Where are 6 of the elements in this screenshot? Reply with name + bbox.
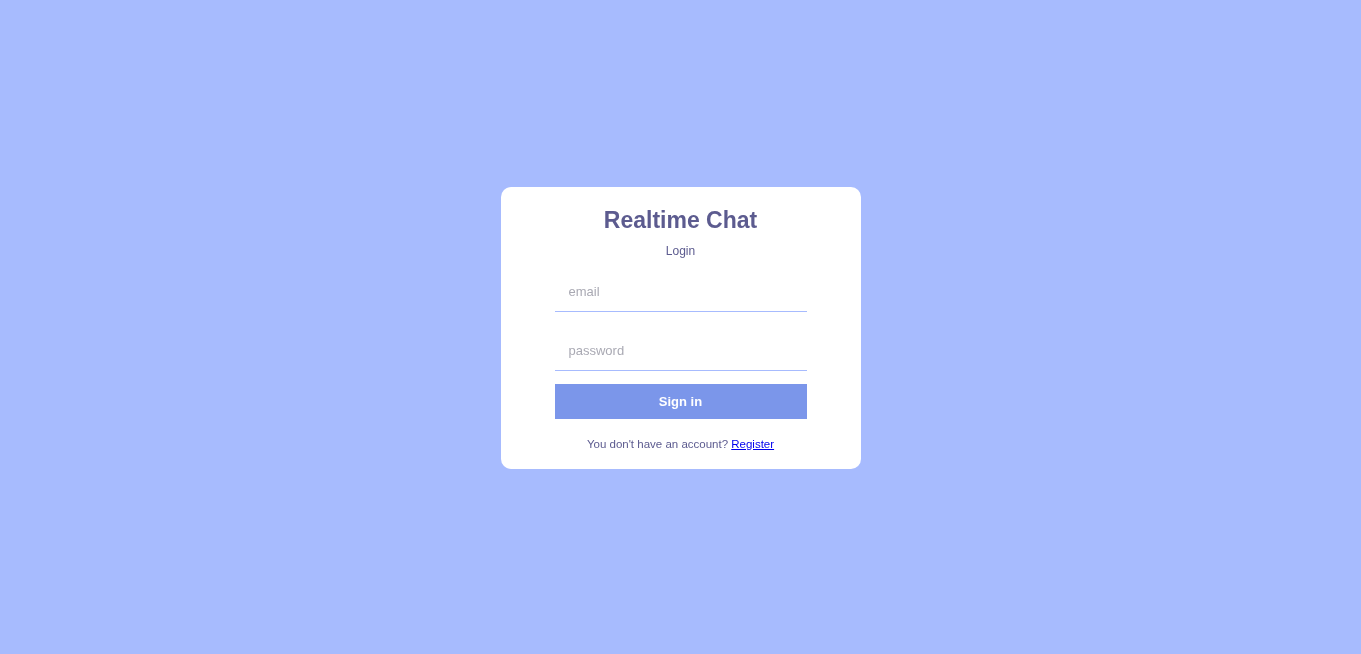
input-field[interactable]: password [554,330,807,371]
register-prompt: You don't have an account? Register [586,436,775,452]
app-title: Realtime Chat [603,205,758,235]
register-link[interactable]: Register [731,437,775,450]
page-subtitle: Login [665,242,696,259]
input-field[interactable]: email [554,271,807,312]
